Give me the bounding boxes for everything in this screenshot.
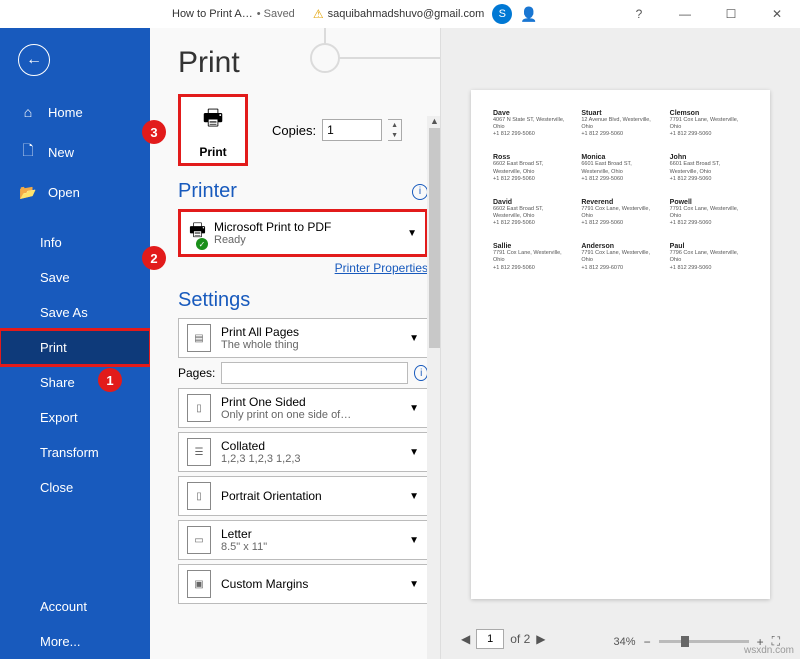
- preview-label: Clemson7791 Cox Lane, Westerville, Ohio+…: [670, 110, 748, 138]
- preview-label: Dave4067 N State ST, Westerville, Ohio+1…: [493, 110, 571, 138]
- chevron-down-icon: ▼: [409, 535, 419, 546]
- page-number-input[interactable]: [476, 629, 504, 649]
- pages-input[interactable]: [221, 362, 408, 384]
- zoom-percent: 34%: [614, 636, 636, 648]
- pages-info-icon[interactable]: i: [414, 365, 428, 381]
- new-icon: 🗋: [20, 140, 36, 164]
- nav-save[interactable]: Save: [0, 260, 150, 295]
- nav-home[interactable]: ⌂Home: [0, 94, 150, 130]
- collate-icon: ☰: [187, 438, 211, 466]
- pages-label: Pages:: [178, 366, 215, 380]
- user-email: saquibahmadshuvo@gmail.com: [328, 8, 485, 20]
- save-status: • Saved: [257, 8, 295, 20]
- copies-label: Copies:: [272, 123, 316, 138]
- maximize-button[interactable]: ☐: [708, 7, 754, 21]
- nav-save-as[interactable]: Save As: [0, 295, 150, 330]
- prev-page-button[interactable]: ◀: [461, 632, 470, 646]
- chevron-down-icon: ▼: [409, 403, 419, 414]
- printer-icon: 🖶: [203, 101, 224, 139]
- preview-label: Paul7796 Cox Lane, Westerville, Ohio+1 8…: [670, 243, 748, 271]
- home-icon: ⌂: [20, 104, 36, 120]
- open-icon: 📂: [20, 184, 36, 201]
- scroll-thumb[interactable]: [429, 128, 440, 348]
- chevron-down-icon: ▼: [409, 579, 419, 590]
- nav-close[interactable]: Close: [0, 470, 150, 505]
- minimize-button[interactable]: —: [662, 7, 708, 21]
- preview-label: Reverend7791 Cox Lane, Westerville, Ohio…: [581, 199, 659, 227]
- nav-transform[interactable]: Transform: [0, 435, 150, 470]
- paper-icon: ▭: [187, 526, 211, 554]
- ready-check-icon: ✓: [196, 238, 208, 250]
- next-page-button[interactable]: ▶: [536, 632, 545, 646]
- pages-icon: ▤: [187, 324, 211, 352]
- page-title: Print: [178, 46, 428, 80]
- printer-device-icon: 🖶✓: [189, 218, 206, 248]
- preview-label: Monica6601 East Broad ST, Westerville, O…: [581, 154, 659, 182]
- preview-label: Sallie7791 Cox Lane, Westerville, Ohio+1…: [493, 243, 571, 271]
- chevron-down-icon: ▼: [409, 333, 419, 344]
- printer-properties-link[interactable]: Printer Properties: [178, 261, 428, 275]
- setting-orientation[interactable]: ▯ Portrait Orientation ▼: [178, 476, 428, 516]
- setting-collate[interactable]: ☰ Collated1,2,3 1,2,3 1,2,3 ▼: [178, 432, 428, 472]
- print-workspace: Print 🖶 Print Copies: ▲▼ Printer i: [150, 28, 800, 659]
- nav-open[interactable]: 📂Open: [0, 174, 150, 211]
- nav-new[interactable]: 🗋New: [0, 130, 150, 174]
- nav-export[interactable]: Export: [0, 400, 150, 435]
- zoom-slider[interactable]: [659, 640, 749, 643]
- page-navigator: ◀ of 2 ▶: [461, 629, 545, 649]
- print-button[interactable]: 🖶 Print: [178, 94, 248, 166]
- preview-label: Powell7791 Cox Lane, Westerville, Ohio+1…: [670, 199, 748, 227]
- backstage-sidebar: ← ⌂Home 🗋New 📂Open Info Save Save As Pri…: [0, 28, 150, 659]
- onesided-icon: ▯: [187, 394, 211, 422]
- preview-label: David6602 East Broad ST, Westerville, Oh…: [493, 199, 571, 227]
- back-button[interactable]: ←: [18, 44, 50, 76]
- preview-label: Stuart12 Avenue Blvd, Westerville, Ohio+…: [581, 110, 659, 138]
- title-bar: How to Print A… • Saved ⚠ saquibahmadshu…: [0, 0, 800, 28]
- close-window-button[interactable]: ✕: [754, 7, 800, 21]
- print-preview: Dave4067 N State ST, Westerville, Ohio+1…: [440, 28, 800, 659]
- nav-more[interactable]: More...: [0, 624, 150, 659]
- annotation-2: 2: [142, 246, 166, 270]
- setting-paper-size[interactable]: ▭ Letter8.5" x 11" ▼: [178, 520, 428, 560]
- setting-sides[interactable]: ▯ Print One SidedOnly print on one side …: [178, 388, 428, 428]
- copies-spinner[interactable]: ▲▼: [388, 119, 402, 141]
- nav-share[interactable]: Share: [0, 365, 150, 400]
- printer-name: Microsoft Print to PDF: [214, 220, 399, 234]
- watermark: wsxdn.com: [744, 645, 794, 656]
- margins-icon: ▣: [187, 570, 211, 598]
- annotation-1: 1: [98, 368, 122, 392]
- preview-label: John6601 East Broad ST, Westerville, Ohi…: [670, 154, 748, 182]
- help-button[interactable]: ?: [616, 7, 662, 21]
- setting-margins[interactable]: ▣ Custom Margins ▼: [178, 564, 428, 604]
- nav-info[interactable]: Info: [0, 225, 150, 260]
- annotation-3: 3: [142, 120, 166, 144]
- preview-label: Anderson7791 Cox Lane, Westerville, Ohio…: [581, 243, 659, 271]
- nav-print[interactable]: Print: [0, 330, 150, 365]
- preview-label: Ross6602 East Broad ST, Westerville, Ohi…: [493, 154, 571, 182]
- printer-heading: Printer: [178, 180, 237, 203]
- printer-status: Ready: [214, 234, 399, 246]
- warning-icon: ⚠: [313, 7, 324, 21]
- chevron-down-icon: ▼: [407, 228, 417, 239]
- coming-soon-icon[interactable]: 👤: [520, 6, 537, 23]
- page-of-label: of 2: [510, 632, 530, 646]
- setting-print-range[interactable]: ▤ Print All PagesThe whole thing ▼: [178, 318, 428, 358]
- chevron-down-icon: ▼: [409, 491, 419, 502]
- zoom-out-button[interactable]: −: [644, 635, 651, 649]
- settings-heading: Settings: [178, 289, 250, 312]
- printer-selector[interactable]: 🖶✓ Microsoft Print to PDF Ready ▼: [178, 209, 428, 257]
- portrait-icon: ▯: [187, 482, 211, 510]
- print-button-label: Print: [199, 145, 226, 159]
- doc-title: How to Print A…: [172, 8, 253, 20]
- preview-page: Dave4067 N State ST, Westerville, Ohio+1…: [471, 90, 770, 599]
- chevron-down-icon: ▼: [409, 447, 419, 458]
- printer-info-icon[interactable]: i: [412, 184, 428, 200]
- print-controls: Print 🖶 Print Copies: ▲▼ Printer i: [150, 28, 440, 659]
- user-avatar[interactable]: S: [492, 4, 512, 24]
- nav-account[interactable]: Account: [0, 589, 150, 624]
- copies-input[interactable]: [322, 119, 382, 141]
